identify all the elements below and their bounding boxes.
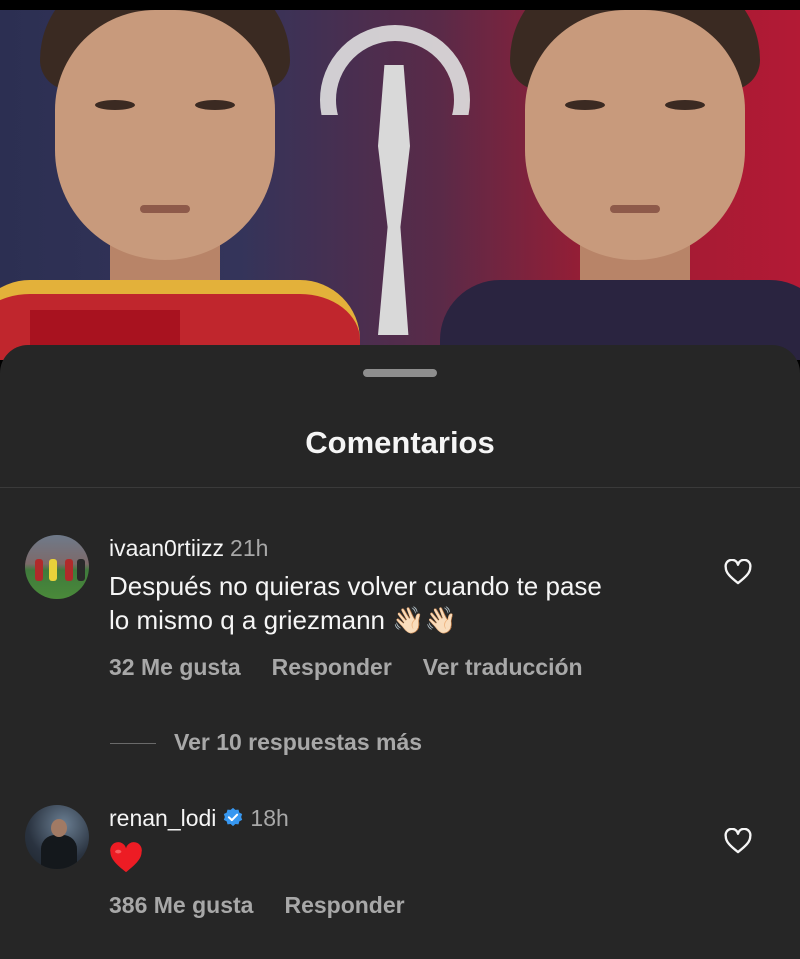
reply-button[interactable]: Responder xyxy=(272,654,392,680)
reply-button[interactable]: Responder xyxy=(284,892,404,918)
comment-actions: 32 Me gusta Responder Ver traducción xyxy=(109,654,614,681)
translate-button[interactable]: Ver traducción xyxy=(423,654,583,680)
comment-time: 21h xyxy=(230,535,269,561)
player-photo-right xyxy=(440,10,800,360)
avatar[interactable] xyxy=(25,535,89,599)
waving-hands-emoji: 👋🏻👋🏻 xyxy=(392,605,457,635)
sheet-drag-handle[interactable] xyxy=(363,369,437,377)
like-count[interactable]: 32 Me gusta xyxy=(109,654,241,680)
divider xyxy=(0,487,800,488)
avatar[interactable] xyxy=(25,805,89,869)
heart-outline-icon[interactable] xyxy=(724,559,752,585)
replies-line xyxy=(110,743,156,745)
comment-username[interactable]: renan_lodi xyxy=(109,805,216,831)
post-image xyxy=(0,10,800,360)
heart-outline-icon[interactable] xyxy=(724,828,752,854)
like-count[interactable]: 386 Me gusta xyxy=(109,892,253,918)
comment-actions: 386 Me gusta Responder xyxy=(109,892,436,919)
comment-text-line: lo mismo q a griezmann xyxy=(109,605,385,635)
verified-badge-icon xyxy=(224,807,243,827)
club-logo-mark xyxy=(320,25,480,335)
view-replies-button[interactable]: Ver 10 respuestas más xyxy=(110,729,422,756)
comments-sheet: Comentarios ivaan0rtiizz 21h Después no q… xyxy=(0,345,800,959)
comment-text xyxy=(109,839,709,874)
comment-username[interactable]: ivaan0rtiizz xyxy=(109,535,224,561)
sheet-title: Comentarios xyxy=(305,425,495,460)
red-heart-icon xyxy=(110,842,142,873)
comment-text: Después no quieras volver cuando te pase… xyxy=(109,569,709,637)
comment-text-line: Después no quieras volver cuando te pase xyxy=(109,571,602,601)
comment-time: 18h xyxy=(250,805,289,831)
player-photo-left xyxy=(0,10,360,360)
view-replies-label: Ver 10 respuestas más xyxy=(174,729,423,755)
